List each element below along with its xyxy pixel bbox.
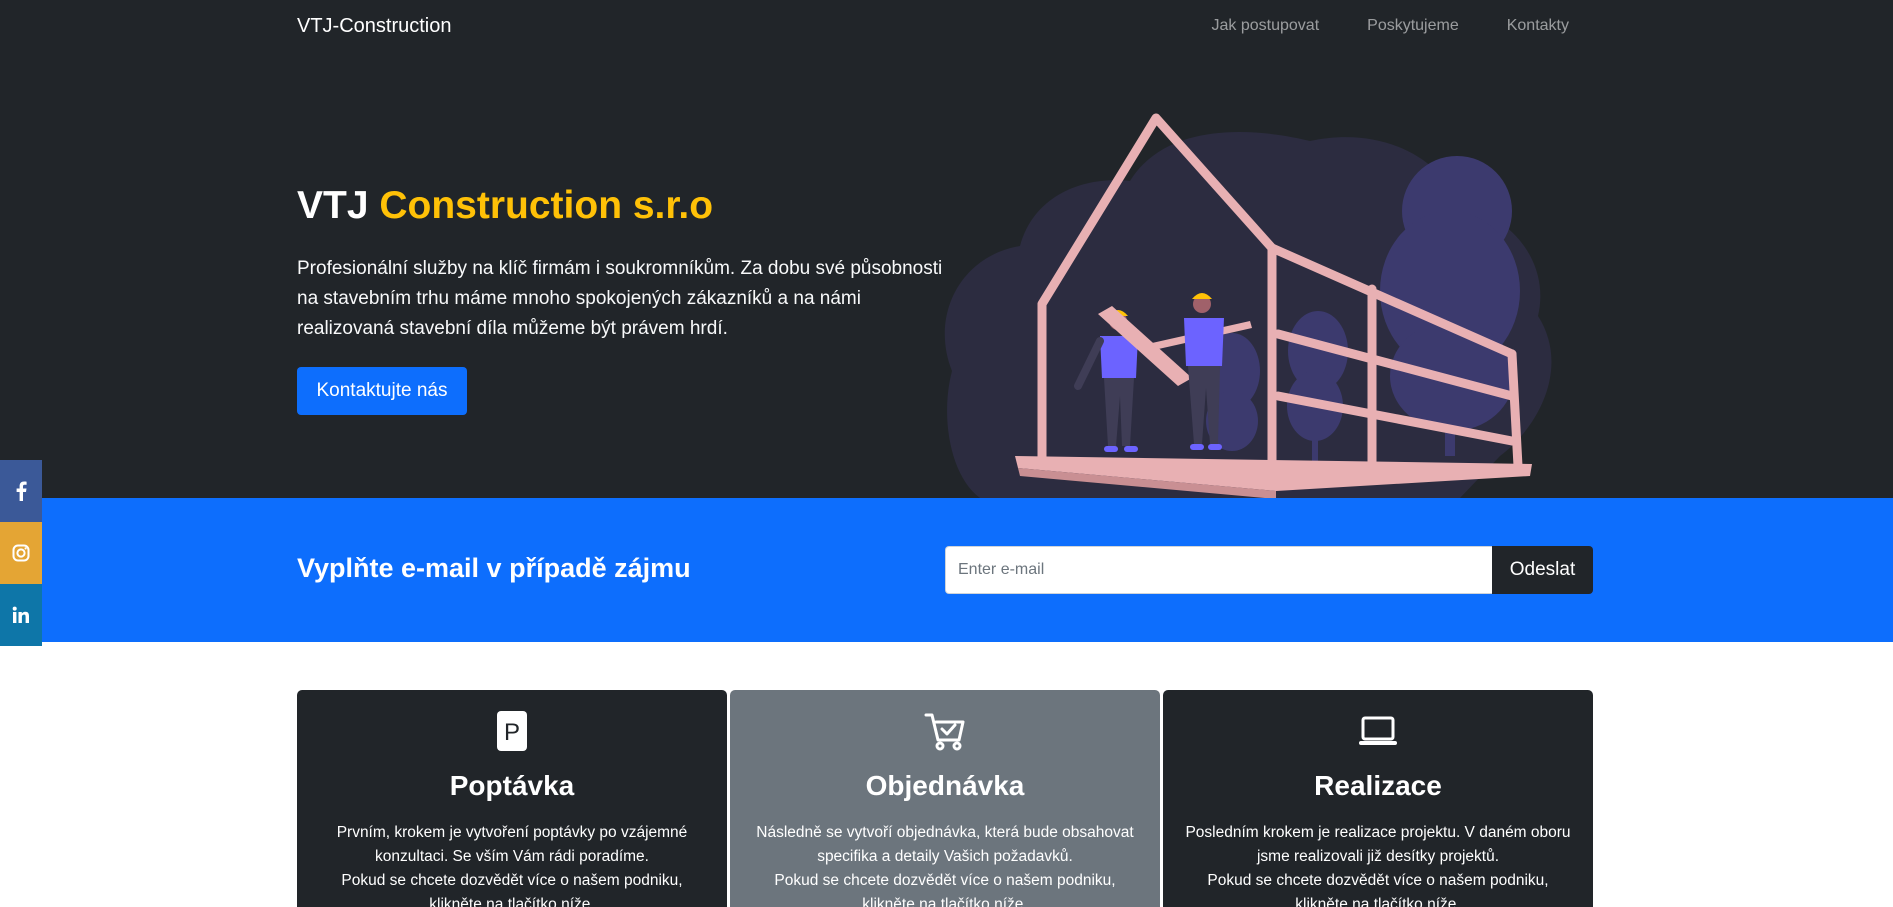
- card-realizace: Realizace Posledním krokem je realizace …: [1163, 690, 1593, 907]
- nav-link-kontakty[interactable]: Kontakty: [1507, 17, 1569, 35]
- brand-link[interactable]: VTJ-Construction: [297, 15, 452, 38]
- email-signup-band: Vyplňte e-mail v případě zájmu Odeslat: [0, 498, 1893, 642]
- card-text-line2: Pokud se chcete dozvědět více o našem po…: [341, 872, 683, 907]
- nav-link-jak-postupovat[interactable]: Jak postupovat: [1212, 17, 1320, 35]
- instagram-link[interactable]: [0, 522, 42, 584]
- card-poptavka: P Poptávka Prvním, krokem je vytvoření p…: [297, 690, 727, 907]
- navbar: VTJ-Construction Jak postupovat Poskytuj…: [0, 0, 1893, 56]
- card-objednavka: Objednávka Následně se vytvoří objednávk…: [730, 690, 1160, 907]
- card-title: Poptávka: [449, 770, 575, 801]
- card-icon-wrap: P: [297, 710, 727, 752]
- nav-links: Jak postupovat Poskytujeme Kontakty: [1212, 17, 1569, 35]
- contact-us-button[interactable]: Kontaktujte nás: [297, 367, 467, 415]
- hero-text: Profesionální služby na klíč firmám i so…: [297, 258, 943, 339]
- construction-workers-illustration: [944, 113, 1552, 498]
- card-title: Objednávka: [865, 770, 1025, 801]
- card-icon-wrap: [730, 710, 1160, 752]
- parking-icon: P: [497, 711, 527, 751]
- hero-title-main: VTJ: [297, 184, 369, 227]
- parking-icon-letter: P: [504, 719, 520, 746]
- hero-title-accent: Construction s.r.o: [379, 184, 714, 227]
- card-text-line2: Pokud se chcete dozvědět více o našem po…: [774, 872, 1116, 907]
- card-text-line1: Následně se vytvoří objednávka, která bu…: [756, 824, 1134, 865]
- instagram-icon: [12, 544, 30, 562]
- hero-section: VTJ Construction s.r.o Profesionální slu…: [0, 56, 1893, 498]
- send-button[interactable]: Odeslat: [1492, 546, 1593, 594]
- nav-link-poskytujeme[interactable]: Poskytujeme: [1367, 17, 1459, 35]
- process-cards: P Poptávka Prvním, krokem je vytvoření p…: [297, 690, 1593, 907]
- email-input[interactable]: [945, 546, 1492, 594]
- facebook-icon: [16, 481, 27, 501]
- hero-title: VTJ Construction s.r.o: [297, 184, 713, 228]
- card-text: Posledním krokem je realizace projektu. …: [1183, 821, 1573, 907]
- social-sidebar: [0, 460, 42, 646]
- card-text: Prvním, krokem je vytvoření poptávky po …: [317, 821, 707, 907]
- card-text-line2: Pokud se chcete dozvědět více o našem po…: [1207, 872, 1549, 907]
- card-text-line1: Prvním, krokem je vytvoření poptávky po …: [336, 824, 688, 865]
- card-text: Následně se vytvoří objednávka, která bu…: [750, 821, 1140, 907]
- linkedin-link[interactable]: [0, 584, 42, 646]
- linkedin-icon: [12, 606, 29, 623]
- email-heading: Vyplňte e-mail v případě zájmu: [297, 553, 691, 583]
- laptop-icon: [1359, 716, 1397, 745]
- card-icon-wrap: [1163, 710, 1593, 752]
- card-text-line1: Posledním krokem je realizace projektu. …: [1185, 824, 1571, 865]
- card-title: Realizace: [1314, 770, 1442, 801]
- facebook-link[interactable]: [0, 460, 42, 522]
- cart-check-icon: [924, 713, 965, 751]
